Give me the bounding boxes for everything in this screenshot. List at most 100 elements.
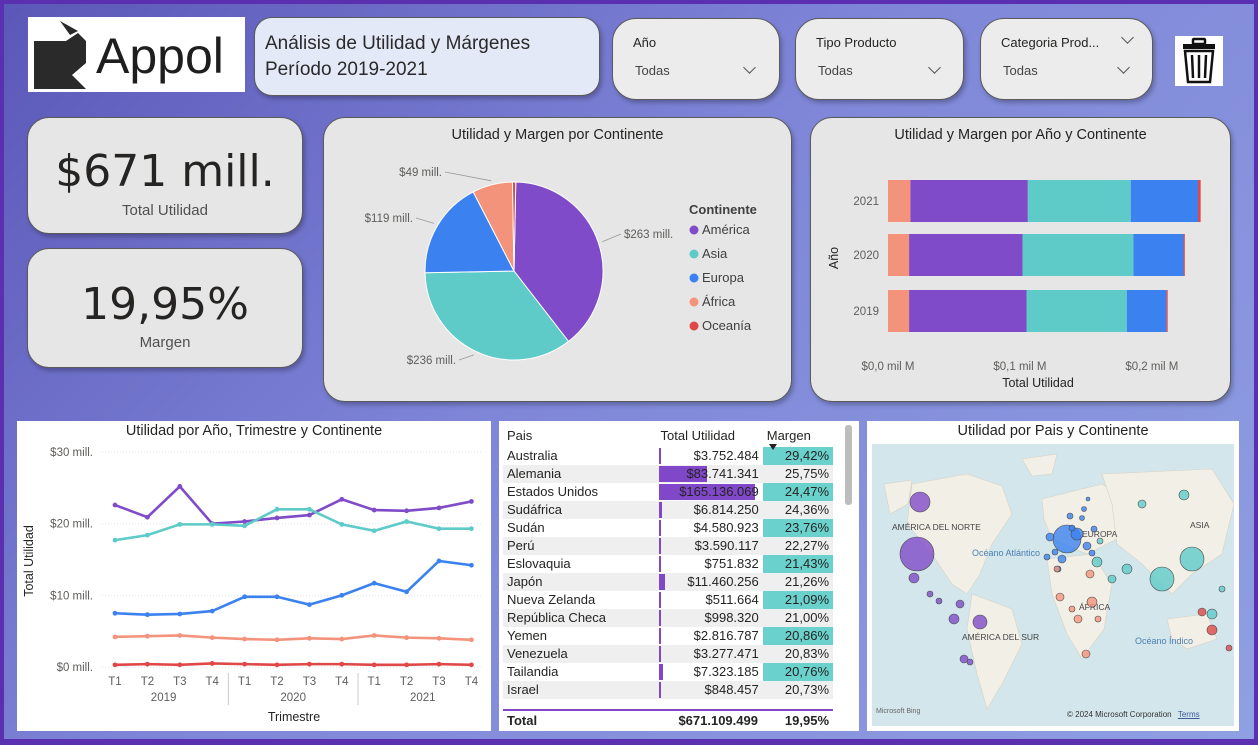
line-point-america[interactable] [145, 514, 150, 520]
line-point-america[interactable] [339, 496, 345, 502]
line-point-africa[interactable] [307, 635, 312, 641]
map-bubble-africa[interactable] [1086, 596, 1098, 608]
chevron-down-icon[interactable] [1121, 31, 1134, 44]
line-point-asia[interactable] [371, 528, 377, 534]
line-point-oceania[interactable] [242, 661, 248, 667]
line-point-america[interactable] [177, 484, 183, 489]
slicer-anio[interactable]: Año Todas [612, 18, 780, 100]
line-point-asia[interactable] [404, 519, 409, 524]
line-point-asia[interactable] [209, 521, 215, 527]
bar-segment-asia-2019[interactable] [1026, 290, 1127, 332]
chevron-down-icon[interactable] [743, 61, 756, 74]
line-point-europa[interactable] [371, 580, 377, 586]
map-bubble-europa[interactable] [1088, 549, 1096, 557]
map-bubble-europa[interactable] [1068, 524, 1076, 532]
line-point-europa[interactable] [145, 612, 150, 618]
line-point-asia[interactable] [339, 521, 345, 527]
map-bubble-asia[interactable] [1096, 537, 1104, 545]
map-bubble-asia[interactable] [1218, 585, 1226, 593]
map-bubble-oceania[interactable] [1197, 607, 1207, 617]
line-point-asia[interactable] [274, 506, 280, 512]
bar-segment-oceania-2020[interactable] [1183, 234, 1185, 276]
legend-marker-africa[interactable] [689, 297, 699, 307]
line-point-oceania[interactable] [274, 662, 280, 668]
line-point-america[interactable] [371, 507, 377, 513]
slicer-categoria[interactable]: Categoria Prod... Todas [980, 18, 1153, 100]
line-point-africa[interactable] [242, 636, 248, 642]
table-row[interactable]: Estados Unidos $165.136.069 24,47% [503, 483, 833, 501]
line-point-africa[interactable] [339, 636, 345, 642]
line-point-africa[interactable] [404, 635, 409, 641]
terms-link[interactable]: Terms [1178, 710, 1200, 719]
line-series-europa[interactable] [114, 559, 472, 616]
line-series-africa[interactable] [114, 634, 472, 642]
line-point-asia[interactable] [469, 526, 474, 532]
col-header-margen[interactable]: Margen [763, 425, 833, 450]
bar-segment-oceania-2019[interactable] [1166, 290, 1168, 332]
map-bubble-oceania[interactable] [1206, 624, 1218, 636]
line-point-asia[interactable] [177, 521, 183, 527]
line-point-asia[interactable] [242, 523, 248, 529]
line-point-europa[interactable] [307, 602, 312, 608]
line-point-africa[interactable] [469, 637, 474, 643]
map-bubble-asia[interactable] [1206, 608, 1218, 620]
bar-segment-america-2020[interactable] [909, 234, 1023, 276]
slicer-categoria-value[interactable]: Todas [1003, 63, 1038, 78]
table-row[interactable]: República Checa $998.320 21,00% [503, 609, 833, 627]
bar-segment-america-2019[interactable] [909, 290, 1027, 332]
map-bubble-asia[interactable] [1179, 546, 1205, 572]
world-map[interactable]: AMÉRICA DEL NORTE EUROPA ASIA Océano Atlánt… [872, 444, 1234, 726]
map-bubble-asia[interactable] [1091, 556, 1103, 568]
bar-segment-asia-2020[interactable] [1022, 234, 1134, 276]
line-point-europa[interactable] [209, 608, 215, 614]
map-bubble-europa[interactable] [1045, 532, 1055, 542]
map-bubble-europa[interactable] [1082, 541, 1092, 551]
line-point-oceania[interactable] [209, 661, 215, 666]
bar-segment-oceania-2021[interactable] [1198, 180, 1201, 222]
line-point-asia[interactable] [436, 526, 442, 532]
line-point-africa[interactable] [177, 633, 183, 638]
legend-marker-america[interactable] [689, 225, 699, 235]
line-point-america[interactable] [404, 508, 409, 514]
map-bubble-america[interactable] [972, 614, 988, 630]
line-point-asia[interactable] [307, 506, 312, 512]
map-bubble-africa[interactable] [1081, 649, 1091, 659]
clear-filters-button[interactable] [1175, 36, 1223, 86]
line-point-oceania[interactable] [436, 661, 442, 667]
table-row[interactable]: Australia $3.752.484 29,42% [503, 447, 833, 465]
map-bubble-america[interactable] [935, 597, 943, 605]
legend-marker-oceania[interactable] [689, 321, 699, 331]
legend-marker-asia[interactable] [689, 249, 699, 259]
line-point-europa[interactable] [469, 562, 474, 568]
pie-chart[interactable]: $263 mill. $236 mill. $119 mill. $49 mill. C… [324, 118, 790, 400]
line-point-africa[interactable] [209, 635, 215, 641]
bar-segment-europa-2020[interactable] [1133, 234, 1184, 276]
table-row[interactable]: Sudáfrica $6.814.250 24,36% [503, 501, 833, 519]
table-row[interactable]: Japón $11.460.256 21,26% [503, 573, 833, 591]
map-bubble-america[interactable] [948, 613, 960, 625]
line-series-america[interactable] [114, 484, 472, 526]
map-bubble-africa[interactable] [1085, 569, 1095, 579]
chevron-down-icon[interactable] [1117, 61, 1130, 74]
bar-segment-europa-2019[interactable] [1126, 290, 1167, 332]
map-bubble-europa[interactable] [1090, 525, 1098, 533]
col-header-pais[interactable]: Pais [503, 425, 657, 447]
bar-segment-africa-2019[interactable] [888, 290, 910, 332]
map-bubble-america[interactable] [899, 536, 935, 572]
line-point-america[interactable] [469, 499, 474, 504]
slicer-tipo-producto[interactable]: Tipo Producto Todas [795, 18, 964, 100]
map-bubble-asia[interactable] [1137, 499, 1147, 509]
slicer-tipo-value[interactable]: Todas [818, 63, 853, 78]
sort-desc-icon[interactable] [768, 444, 777, 450]
map-bubble-africa[interactable] [1094, 615, 1102, 623]
line-point-america[interactable] [112, 502, 118, 508]
line-point-oceania[interactable] [404, 662, 409, 668]
map-bubble-europa[interactable] [1081, 506, 1087, 512]
table-row[interactable]: Perú $3.590.117 22,27% [503, 537, 833, 555]
table-row[interactable]: Tailandia $7.323.185 20,76% [503, 663, 833, 681]
map-bubble-africa[interactable] [1068, 605, 1076, 613]
table-row[interactable]: Israel $848.457 20,73% [503, 681, 833, 699]
map-bubble-europa[interactable] [1066, 512, 1074, 520]
map-bubble-oceania[interactable] [1225, 644, 1233, 652]
map-bubble-asia[interactable] [1107, 574, 1117, 584]
